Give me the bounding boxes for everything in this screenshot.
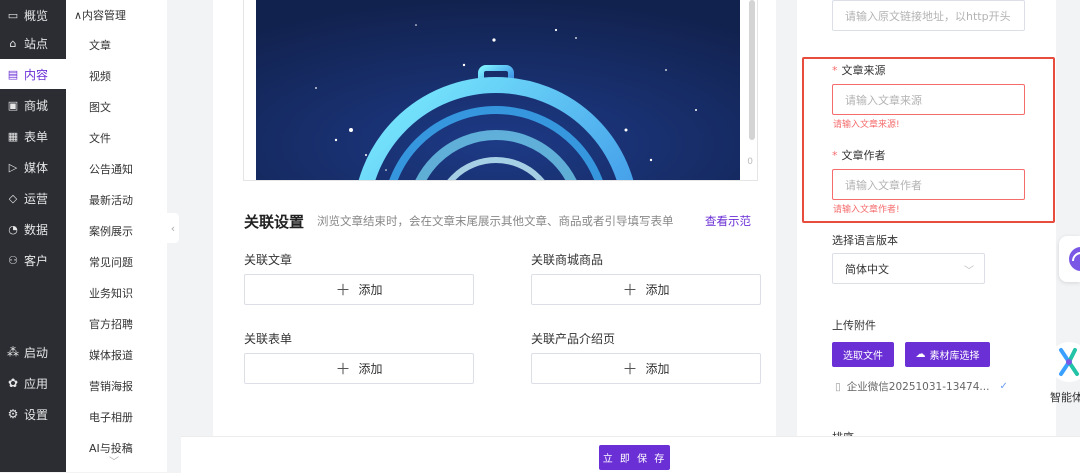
sidebar-item-label: 设置	[24, 407, 49, 422]
form-icon: ▦	[7, 129, 19, 143]
submenu-item[interactable]: 最新活动	[89, 192, 133, 208]
sidebar-collapse-toggle[interactable]: ‹	[167, 213, 179, 243]
article-editor-main: 0 关联设置 浏览文章结束时，会在文章末尾展示其他文章、商品或者引导填写表单 查…	[213, 0, 776, 440]
preview-scrollbar[interactable]	[749, 0, 755, 140]
submenu-item[interactable]: 营销海报	[89, 378, 133, 394]
user-icon: ⚇	[8, 253, 18, 267]
related-articles-label: 关联文章	[244, 253, 293, 267]
sidebar-item-label: 应用	[24, 376, 49, 391]
sidebar-item-label: 客户	[24, 253, 49, 268]
submenu-item[interactable]: 媒体报道	[89, 347, 133, 363]
sidebar-item-2[interactable]: ▤ 内容	[0, 59, 66, 89]
ai-agent-label: 智能体	[1050, 391, 1080, 404]
related-settings-description: 浏览文章结束时，会在文章末尾展示其他文章、商品或者引导填写表单	[317, 214, 674, 228]
article-source-input[interactable]: 请输入文章来源	[832, 84, 1025, 115]
sidebar-bottom-item-1[interactable]: ✿ 应用	[0, 368, 66, 398]
related-forms-label: 关联表单	[244, 332, 293, 346]
file-icon: ▯	[835, 380, 841, 393]
choose-file-button[interactable]: 选取文件	[832, 342, 894, 367]
view-example-link[interactable]: 查看示范	[705, 213, 751, 229]
cloud-upload-icon: ☁	[915, 349, 926, 360]
source-label: * 文章来源	[832, 64, 886, 77]
submenu-item[interactable]: 公告通知	[89, 161, 133, 177]
shop-icon: ▣	[7, 98, 19, 112]
related-products-label: 关联商城商品	[531, 253, 604, 267]
document-icon: ▤	[7, 67, 19, 81]
sidebar-item-label: 媒体	[24, 160, 49, 175]
launch-icon: ⁂	[7, 345, 19, 359]
author-error-message: 请输入文章作者!	[833, 205, 900, 215]
add-related-product-button[interactable]: ＋添加	[531, 274, 761, 305]
apps-icon: ✿	[7, 376, 19, 390]
content-submenu: ∧内容管理 文章视频图文文件公告通知最新活动案例展示常见问题业务知识官方招聘媒体…	[66, 0, 167, 472]
home-icon: ⌂	[9, 36, 17, 50]
sidebar-item-label: 表单	[24, 129, 49, 144]
attachment-file-name: 企业微信20251031-13474...	[846, 381, 990, 393]
sidebar-item-0[interactable]: ▭ 概览	[0, 0, 66, 30]
sidebar-item-4[interactable]: ▦ 表单	[0, 121, 66, 151]
language-label: 选择语言版本	[832, 234, 898, 247]
monitor-icon: ▭	[7, 8, 19, 22]
attachment-label: 上传附件	[832, 319, 876, 332]
sidebar-bottom-item-2[interactable]: ⚙ 设置	[0, 399, 66, 429]
plus-icon: ＋	[622, 281, 638, 299]
sidebar-item-1[interactable]: ⌂ 站点	[0, 28, 66, 58]
submenu-item[interactable]: 案例展示	[89, 223, 133, 239]
sidebar-item-label: 内容	[24, 67, 49, 82]
cover-image	[256, 0, 740, 180]
sidebar-item-label: 商城	[24, 98, 49, 113]
source-error-message: 请输入文章来源!	[833, 120, 900, 130]
attachment-file-item[interactable]: ▯ 企业微信20251031-13474... ✓	[835, 379, 1008, 394]
submenu-item[interactable]: 视频	[89, 68, 111, 84]
submenu-group-title[interactable]: ∧内容管理	[74, 7, 126, 23]
chevron-down-icon[interactable]: ﹀	[109, 453, 119, 468]
chevron-down-icon: ﹀	[964, 266, 974, 277]
submenu-item[interactable]: 官方招聘	[89, 316, 133, 332]
plus-icon: ＋	[335, 281, 351, 299]
tag-icon: ◇	[8, 191, 18, 205]
submenu-item[interactable]: 电子相册	[89, 409, 133, 425]
sidebar-item-6[interactable]: ◇ 运营	[0, 183, 66, 213]
submenu-item[interactable]: 文件	[89, 130, 111, 146]
save-now-button[interactable]: 立 即 保 存	[599, 445, 670, 470]
customer-support-widget[interactable]	[1059, 236, 1080, 282]
sidebar-item-label: 启动	[24, 345, 49, 360]
author-label: * 文章作者	[832, 149, 886, 162]
cover-image-preview: 0	[243, 0, 758, 181]
article-author-input[interactable]: 请输入文章作者	[832, 169, 1025, 200]
preview-counter: 0	[747, 157, 753, 167]
add-related-product-page-button[interactable]: ＋添加	[531, 353, 761, 384]
sidebar-item-label: 数据	[24, 222, 49, 237]
plus-icon: ＋	[622, 360, 638, 378]
submenu-item[interactable]: 图文	[89, 99, 111, 115]
sidebar-item-label: 站点	[24, 36, 49, 51]
video-icon: ▷	[8, 160, 18, 174]
submenu-item[interactable]: 常见问题	[89, 254, 133, 270]
sidebar-item-label: 运营	[24, 191, 49, 206]
add-related-form-button[interactable]: ＋添加	[244, 353, 474, 384]
plus-icon: ＋	[335, 360, 351, 378]
bottom-save-bar: 立 即 保 存	[181, 436, 1080, 473]
article-settings-panel: 请输入原文链接地址，以http开头 * 文章来源 请输入文章来源 请输入文章来源!…	[797, 0, 1056, 444]
submenu-item[interactable]: 文章	[89, 37, 111, 53]
related-settings-title: 关联设置	[244, 213, 305, 231]
sidebar-item-8[interactable]: ⚇ 客户	[0, 245, 66, 275]
original-link-input[interactable]: 请输入原文链接地址，以http开头	[832, 0, 1025, 31]
sidebar-item-5[interactable]: ▷ 媒体	[0, 152, 66, 182]
primary-sidebar: ▭ 概览 ⌂ 站点 ▤ 内容 ▣ 商城 ▦ 表单 ▷ 媒体 ◇ 运营 ◔ 数据 ⚇ 客户 ⁂ 启动 ✿ 应用 ⚙ 设置	[0, 0, 66, 472]
submenu-item[interactable]: 业务知识	[89, 285, 133, 301]
related-product-pages-label: 关联产品介绍页	[531, 332, 616, 346]
sidebar-item-7[interactable]: ◔ 数据	[0, 214, 66, 244]
sidebar-item-3[interactable]: ▣ 商城	[0, 90, 66, 120]
chart-pie-icon: ◔	[8, 222, 18, 236]
check-circle-icon: ✓	[999, 381, 1008, 392]
material-library-button[interactable]: ☁ 素材库选择	[905, 342, 990, 367]
language-select[interactable]: 简体中文 ﹀	[832, 253, 985, 284]
gear-icon: ⚙	[7, 407, 19, 421]
sidebar-item-label: 概览	[24, 8, 49, 23]
add-related-article-button[interactable]: ＋添加	[244, 274, 474, 305]
sidebar-bottom-item-0[interactable]: ⁂ 启动	[0, 337, 66, 367]
